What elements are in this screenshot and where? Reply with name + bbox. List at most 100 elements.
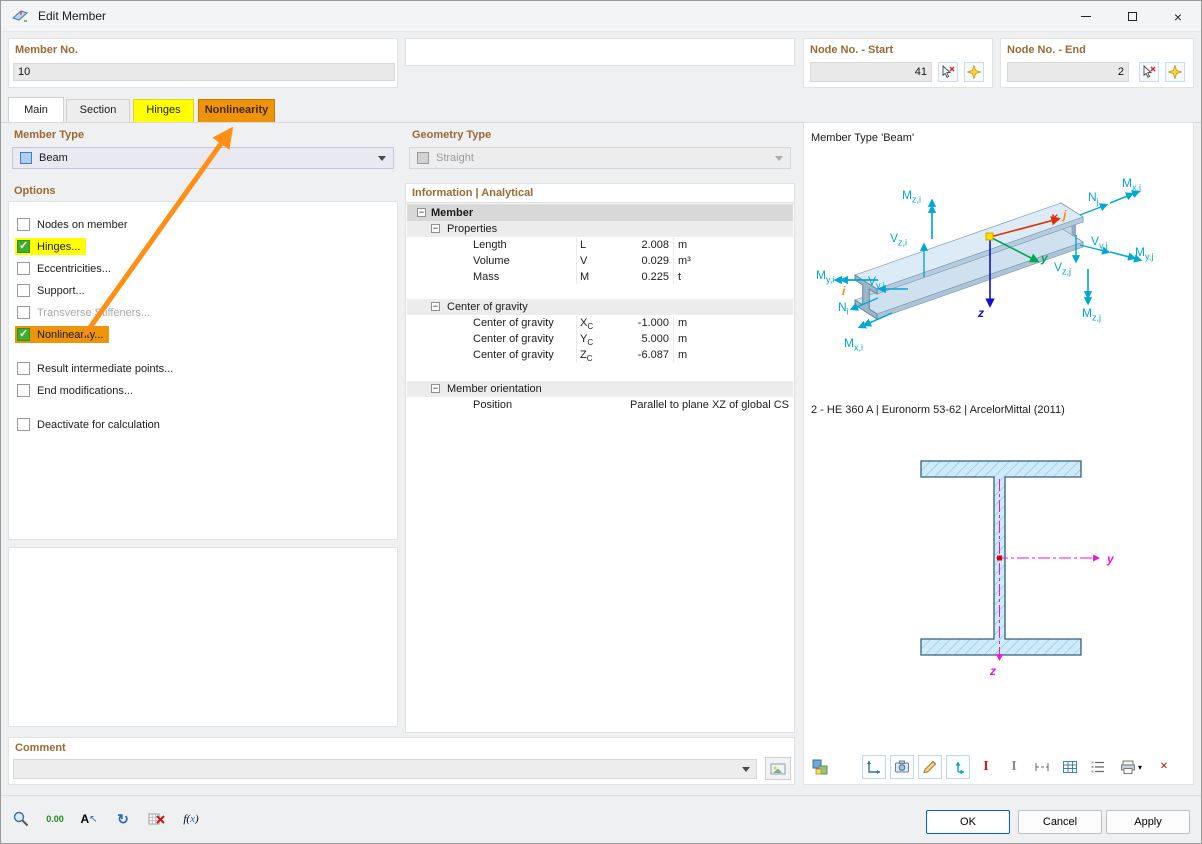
chevron-down-icon[interactable]: [742, 767, 750, 772]
option-deactivate-for-calculation[interactable]: Deactivate for calculation: [15, 415, 166, 434]
option-hinges[interactable]: Hinges...: [15, 237, 86, 256]
empty-field-panel: [405, 38, 795, 66]
refresh-icon[interactable]: ↻: [110, 806, 136, 832]
member-no-input[interactable]: [13, 63, 395, 81]
delete-settings-icon[interactable]: [144, 806, 170, 832]
preview-panel: Member Type 'Beam': [803, 122, 1194, 785]
comment-image-button[interactable]: [765, 757, 791, 780]
chevron-down-icon[interactable]: ▾: [1138, 763, 1142, 772]
pick-cursor-icon: [1142, 65, 1156, 79]
numbering-icon[interactable]: [1086, 755, 1110, 779]
close-button[interactable]: ×: [1155, 1, 1201, 32]
tab-bar: Main Section Hinges Nonlinearity: [8, 97, 1194, 122]
force-label-myi: My,i: [816, 269, 834, 286]
new-node-end-button[interactable]: [1165, 62, 1185, 82]
option-nonlinearity[interactable]: Nonlinearity...: [15, 325, 109, 344]
node-end-input[interactable]: [1007, 62, 1129, 82]
table-icon[interactable]: [1058, 755, 1082, 779]
option-end-modifications[interactable]: End modifications...: [15, 381, 139, 400]
column-divider: [673, 238, 674, 284]
node-i-label: i: [842, 285, 845, 297]
checkbox[interactable]: [17, 218, 30, 231]
collapse-icon[interactable]: −: [417, 208, 426, 217]
checkbox[interactable]: [17, 418, 30, 431]
section-drawing: y z: [804, 419, 1193, 751]
pick-node-end-button[interactable]: [1139, 62, 1159, 82]
checkbox[interactable]: [17, 240, 30, 253]
comment-input[interactable]: [20, 763, 742, 775]
local-axes-icon[interactable]: [946, 755, 970, 779]
new-node-start-button[interactable]: [964, 62, 984, 82]
edit-view-icon[interactable]: [918, 755, 942, 779]
footer-divider: [0, 795, 1202, 796]
maximize-button[interactable]: [1109, 1, 1155, 32]
dimensions-icon[interactable]: [1030, 755, 1054, 779]
checkbox[interactable]: [17, 384, 30, 397]
node-start-panel: Node No. - Start: [803, 38, 993, 88]
window-title: Edit Member: [38, 9, 106, 23]
force-label-ni: Ni: [838, 301, 849, 318]
print-icon[interactable]: ▾: [1114, 755, 1148, 779]
force-label-mxi: Mx,i: [844, 337, 863, 354]
find-icon[interactable]: [8, 806, 34, 832]
node-start-input[interactable]: [810, 62, 932, 82]
member-type-label: Member Type: [14, 129, 84, 141]
option-eccentricities[interactable]: Eccentricities...: [15, 259, 117, 278]
section-caption: 2 - HE 360 A | Euronorm 53-62 | ArcelorM…: [811, 404, 1065, 416]
axis-x-label: x: [1051, 211, 1058, 223]
section-axis-y-label: y: [1106, 552, 1115, 566]
new-star-icon: [1168, 65, 1182, 79]
display-settings-icon[interactable]: [808, 755, 832, 779]
axis-y-label: y: [1041, 252, 1048, 264]
pick-node-start-button[interactable]: [938, 62, 958, 82]
tab-main[interactable]: Main: [8, 97, 64, 122]
reset-view-icon[interactable]: ×: [1152, 755, 1176, 779]
left-empty-panel: [8, 547, 398, 727]
option-result-intermediate-points[interactable]: Result intermediate points...: [15, 359, 179, 378]
checkbox[interactable]: [17, 362, 30, 375]
tab-section[interactable]: Section: [66, 99, 130, 122]
collapse-icon[interactable]: −: [431, 384, 440, 393]
force-label-vyj: Vy,j: [1091, 235, 1107, 252]
member-no-label: Member No.: [15, 44, 78, 56]
comment-label: Comment: [15, 742, 66, 754]
beam-3d-diagram: Mz,i Vz,i My,i Vy,i Ni Mx,i Nj Mx,j Vy,j…: [804, 149, 1193, 399]
row-mass: Mass M 0.225 t: [407, 269, 793, 285]
row-properties-header: − Properties: [407, 221, 793, 237]
minimize-button[interactable]: [1063, 1, 1109, 32]
column-divider: [576, 238, 577, 284]
new-star-icon: [967, 65, 981, 79]
node-start-label: Node No. - Start: [810, 44, 893, 56]
member-type-icon: [20, 152, 32, 164]
decimal-places-icon[interactable]: 0.00: [42, 806, 68, 832]
stress-points-off-icon[interactable]: I: [1002, 755, 1026, 779]
app-icon: [12, 8, 28, 24]
geometry-type-dropdown: Straight: [409, 147, 791, 169]
stress-points-on-icon[interactable]: I: [974, 755, 998, 779]
info-header-panel: Information | Analytical: [405, 183, 795, 203]
ok-button[interactable]: OK: [926, 810, 1010, 834]
checkbox[interactable]: [17, 328, 30, 341]
checkbox[interactable]: [17, 284, 30, 297]
options-panel: Nodes on member Hinges... Eccentricities…: [8, 201, 398, 540]
view-axes-icon[interactable]: [862, 755, 886, 779]
member-type-dropd own[interactable]: Beam: [12, 147, 394, 169]
row-center-of-gravity-header: − Center of gravity: [407, 299, 793, 315]
collapse-icon[interactable]: −: [431, 302, 440, 311]
row-length: Length L 2.008 m: [407, 237, 793, 253]
apply-button[interactable]: Apply: [1106, 810, 1190, 834]
tab-nonlinearity[interactable]: Nonlinearity: [198, 99, 275, 122]
preview-toolbar: I I ▾ ×: [808, 755, 1176, 779]
render-icon[interactable]: [890, 755, 914, 779]
checkbox[interactable]: [17, 262, 30, 275]
option-nodes-on-member[interactable]: Nodes on member: [15, 215, 134, 234]
info-tree-panel: − Member − Properties Length L 2.008 m V…: [405, 204, 795, 733]
options-label: Options: [14, 185, 56, 197]
option-support[interactable]: Support...: [15, 281, 91, 300]
collapse-icon[interactable]: −: [431, 224, 440, 233]
annotation-icon[interactable]: A↖: [76, 806, 102, 832]
cancel-button[interactable]: Cancel: [1018, 810, 1102, 834]
formula-icon[interactable]: f(x): [178, 806, 204, 832]
comment-combobox[interactable]: [13, 759, 757, 779]
tab-hinges[interactable]: Hinges: [133, 99, 194, 122]
